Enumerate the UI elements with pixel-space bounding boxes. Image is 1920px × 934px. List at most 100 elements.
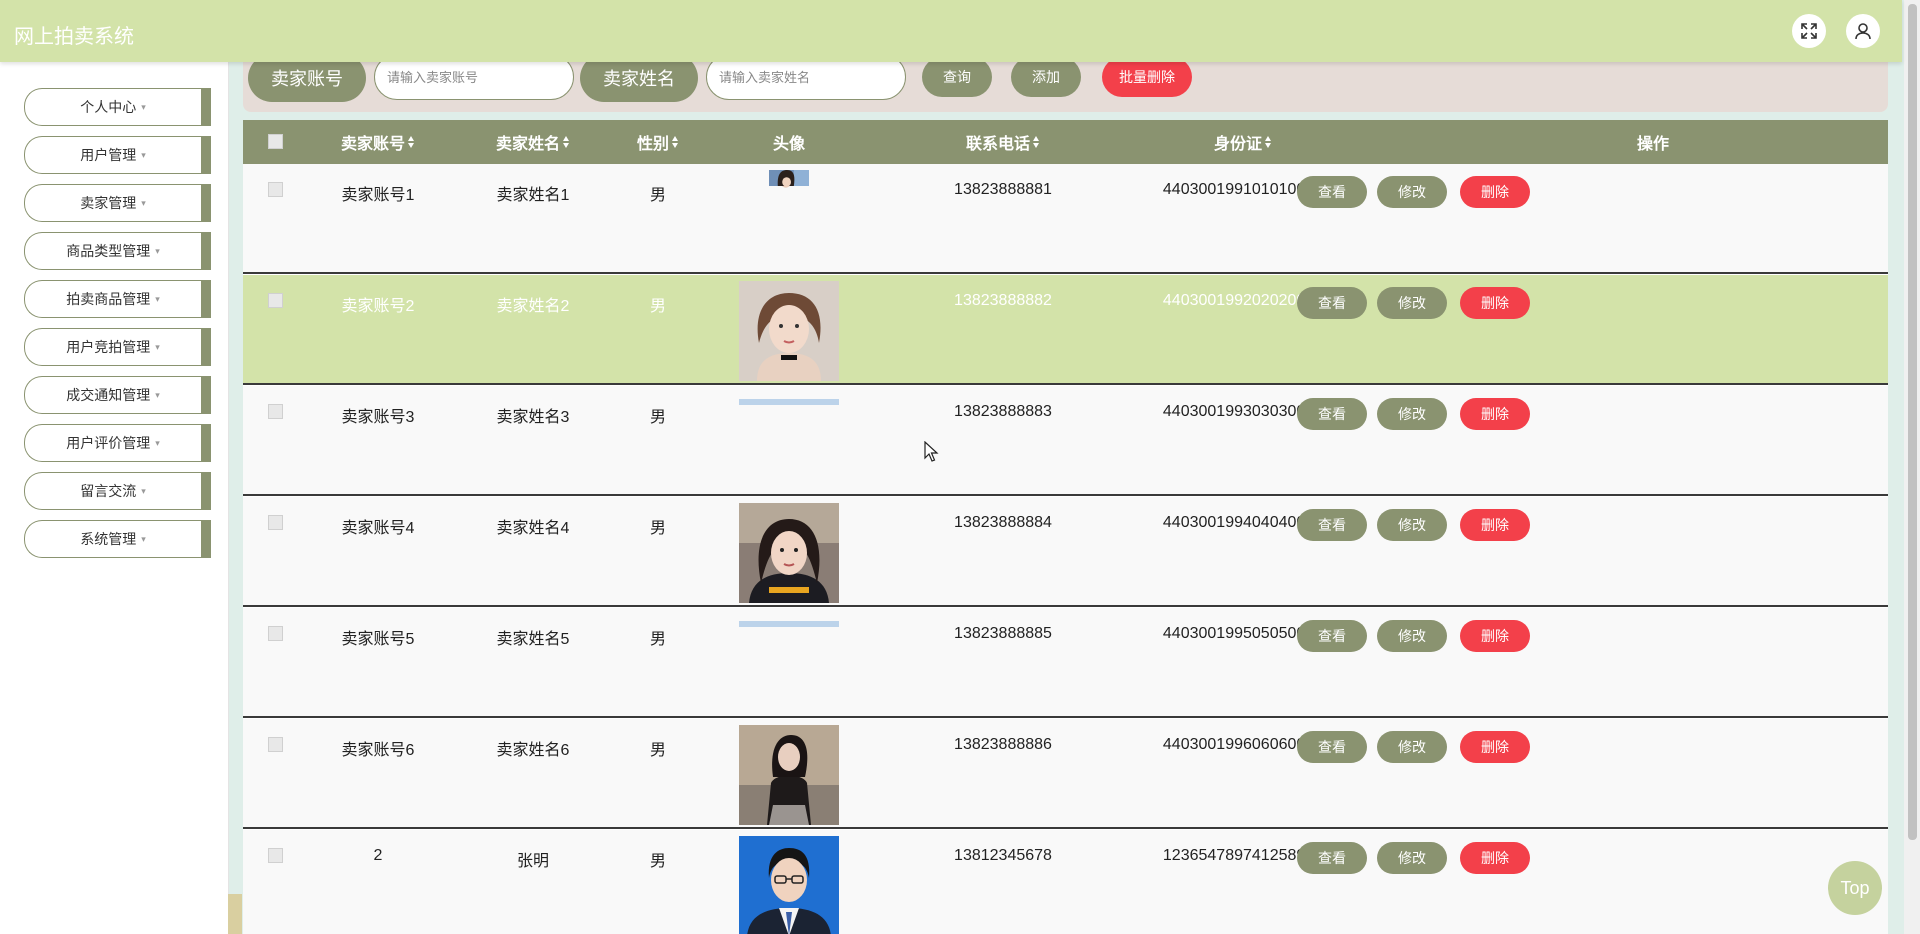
top-header: 网上拍卖系统 xyxy=(0,0,1902,62)
view-button[interactable]: 查看 xyxy=(1297,731,1367,763)
header-name[interactable]: 卖家姓名 xyxy=(473,120,593,164)
page-scrollbar[interactable] xyxy=(1904,0,1920,934)
sidebar-item[interactable]: 卖家管理 ▾ xyxy=(24,184,211,222)
sort-icon xyxy=(1265,136,1271,148)
cell-name: 卖家姓名1 xyxy=(496,187,570,204)
query-button[interactable]: 查询 xyxy=(922,57,992,97)
view-button[interactable]: 查看 xyxy=(1297,509,1367,541)
cell-gender: 男 xyxy=(649,631,666,648)
row-checkbox[interactable] xyxy=(268,182,283,197)
sidebar-item-label: 拍卖商品管理 xyxy=(66,291,151,307)
view-button[interactable]: 查看 xyxy=(1297,176,1367,208)
delete-button[interactable]: 删除 xyxy=(1460,287,1530,319)
cell-gender: 男 xyxy=(649,298,666,315)
cell-name: 卖家姓名5 xyxy=(496,631,570,648)
table-header: 卖家账号 卖家姓名 性别 头像 联系电话 身份证 操作 xyxy=(243,120,1888,164)
fullscreen-button[interactable] xyxy=(1792,14,1826,48)
sidebar-item[interactable]: 用户竞拍管理 ▾ xyxy=(24,328,211,366)
row-checkbox[interactable] xyxy=(268,515,283,530)
sidebar-item[interactable]: 成交通知管理 ▾ xyxy=(24,376,211,414)
sidebar-item-label: 用户竞拍管理 xyxy=(66,339,151,355)
edit-button[interactable]: 修改 xyxy=(1377,176,1447,208)
sidebar-item[interactable]: 商品类型管理 ▾ xyxy=(24,232,211,270)
sidebar-item-label: 系统管理 xyxy=(80,531,137,547)
sidebar-item-label: 用户评价管理 xyxy=(66,435,151,451)
table-row[interactable]: 2 张明男 13812345678 123654789741258963 查看 修改 删除 xyxy=(243,830,1888,934)
sidebar-item[interactable]: 拍卖商品管理 ▾ xyxy=(24,280,211,318)
user-button[interactable] xyxy=(1846,14,1880,48)
delete-button[interactable]: 删除 xyxy=(1460,731,1530,763)
sidebar-item-label: 卖家管理 xyxy=(80,195,137,211)
sidebar-item[interactable]: 用户评价管理 ▾ xyxy=(24,424,211,462)
app-title: 网上拍卖系统 xyxy=(14,26,134,48)
header-gender[interactable]: 性别 xyxy=(623,120,693,164)
cell-name: 张明 xyxy=(516,853,549,870)
fullscreen-icon xyxy=(1801,23,1817,39)
cell-name: 卖家姓名4 xyxy=(496,520,570,537)
edit-button[interactable]: 修改 xyxy=(1377,620,1447,652)
sidebar: 个人中心 ▾ 用户管理 ▾ 卖家管理 ▾ 商品类型管理 ▾ 拍卖商品管理 ▾ 用户竞拍管理 ▾ 成交通知… xyxy=(0,62,229,934)
add-button[interactable]: 添加 xyxy=(1011,57,1081,97)
table-row[interactable]: 卖家账号3 卖家姓名3 男 13823888883 440300199303030003… xyxy=(243,386,1888,496)
view-button[interactable]: 查看 xyxy=(1297,287,1367,319)
select-all-checkbox[interactable] xyxy=(268,134,283,149)
edit-button[interactable]: 修改 xyxy=(1377,509,1447,541)
delete-button[interactable]: 删除 xyxy=(1460,176,1530,208)
header-actions: 操作 xyxy=(1636,136,1669,153)
delete-button[interactable]: 删除 xyxy=(1460,398,1530,430)
delete-button[interactable]: 删除 xyxy=(1460,620,1530,652)
row-checkbox[interactable] xyxy=(268,737,283,752)
sidebar-item[interactable]: 用户管理 ▾ xyxy=(24,136,211,174)
cell-name: 卖家姓名6 xyxy=(496,742,570,759)
edit-button[interactable]: 修改 xyxy=(1377,287,1447,319)
view-button[interactable]: 查看 xyxy=(1297,398,1367,430)
sidebar-item[interactable]: 个人中心 ▾ xyxy=(24,88,211,126)
cell-gender: 男 xyxy=(649,409,666,426)
cell-account: 卖家账号6 xyxy=(341,742,415,759)
row-checkbox[interactable] xyxy=(268,848,283,863)
avatar xyxy=(739,836,839,934)
cell-gender: 男 xyxy=(649,520,666,537)
sidebar-item-label: 商品类型管理 xyxy=(66,243,151,259)
delete-button[interactable]: 删除 xyxy=(1460,509,1530,541)
cell-name: 卖家姓名2 xyxy=(496,298,570,315)
batch-delete-button[interactable]: 批量删除 xyxy=(1102,57,1192,97)
table-row[interactable]: 卖家账号4 卖家姓名4 男 13823888884 440300199404040004… xyxy=(243,497,1888,607)
header-phone[interactable]: 联系电话 xyxy=(933,120,1073,164)
cell-account: 卖家账号3 xyxy=(341,409,415,426)
header-avatar: 头像 xyxy=(772,136,805,153)
cell-phone: 13823888883 xyxy=(954,403,1052,420)
sidebar-item[interactable]: 留言交流 ▾ xyxy=(24,472,211,510)
header-account[interactable]: 卖家账号 xyxy=(323,120,433,164)
table-row[interactable]: 卖家账号2 卖家姓名2 男 13823888882 440300199202020002… xyxy=(243,275,1888,385)
table-row[interactable]: 卖家账号6 卖家姓名6 男 13823888886 440300199606060006… xyxy=(243,719,1888,829)
chevron-down-icon: ▾ xyxy=(141,533,146,544)
chevron-down-icon: ▾ xyxy=(155,437,160,448)
row-checkbox[interactable] xyxy=(268,626,283,641)
chevron-down-icon: ▾ xyxy=(141,197,146,208)
avatar xyxy=(739,281,839,381)
table-row[interactable]: 卖家账号5 卖家姓名5 男 13823888885 440300199505050005… xyxy=(243,608,1888,718)
view-button[interactable]: 查看 xyxy=(1297,842,1367,874)
edit-button[interactable]: 修改 xyxy=(1377,842,1447,874)
cell-account: 卖家账号2 xyxy=(341,298,415,315)
chevron-down-icon: ▾ xyxy=(141,101,146,112)
view-button[interactable]: 查看 xyxy=(1297,620,1367,652)
sidebar-item-label: 留言交流 xyxy=(80,483,137,499)
sort-icon xyxy=(672,136,678,148)
scrollbar-thumb[interactable] xyxy=(1908,4,1917,840)
avatar xyxy=(739,725,839,825)
header-idcard[interactable]: 身份证 xyxy=(1163,120,1323,164)
row-checkbox[interactable] xyxy=(268,404,283,419)
edit-button[interactable]: 修改 xyxy=(1377,731,1447,763)
sort-icon xyxy=(563,136,569,148)
chevron-down-icon: ▾ xyxy=(155,389,160,400)
edit-button[interactable]: 修改 xyxy=(1377,398,1447,430)
sidebar-item[interactable]: 系统管理 ▾ xyxy=(24,520,211,558)
cell-phone: 13823888881 xyxy=(954,181,1052,198)
row-checkbox[interactable] xyxy=(268,293,283,308)
table-row[interactable]: 卖家账号1 卖家姓名1 男 13823888881 440300199101010001… xyxy=(243,164,1888,274)
delete-button[interactable]: 删除 xyxy=(1460,842,1530,874)
back-to-top-button[interactable]: Top xyxy=(1828,861,1882,915)
user-icon xyxy=(1855,23,1871,40)
